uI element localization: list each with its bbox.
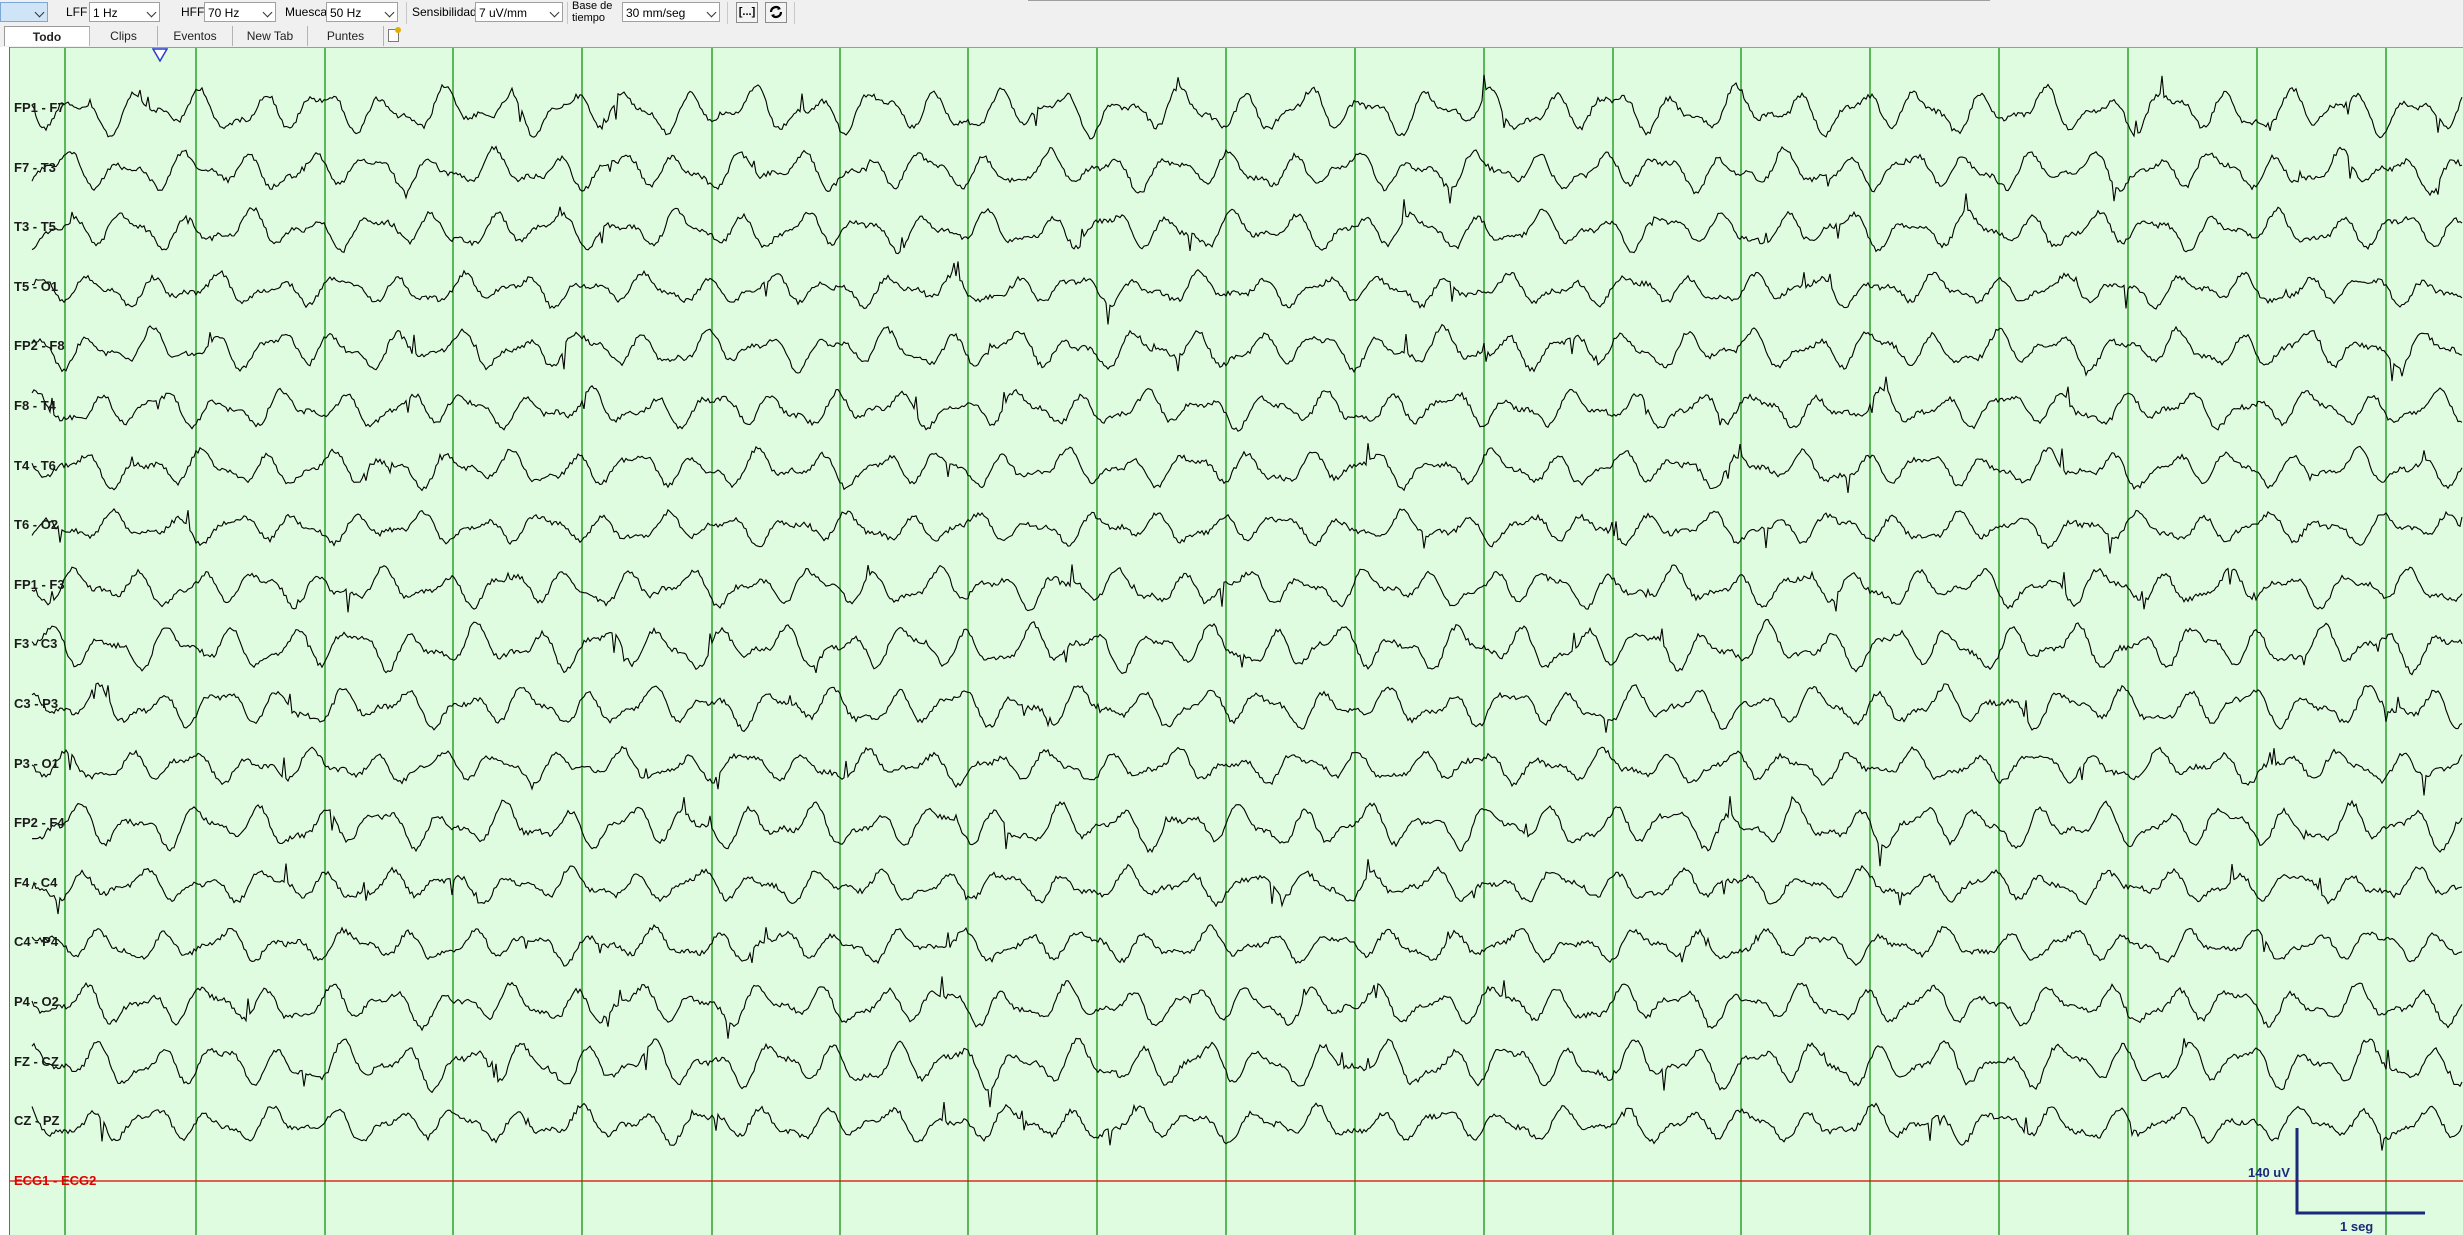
channel-label: F3 - C3 bbox=[14, 636, 58, 652]
scale-amplitude: 140 uV bbox=[2248, 1165, 2290, 1180]
channel-label: P3 - O1 bbox=[14, 755, 59, 771]
channel-trace bbox=[31, 923, 2463, 967]
toolbar: LFF 1 Hz HFF 70 Hz Muesca 50 Hz Sensibil… bbox=[0, 0, 2463, 27]
toolbar-separator bbox=[794, 2, 795, 24]
timebase-label: Base de tiempo bbox=[572, 0, 612, 24]
sensitivity-select[interactable]: 7 uV/mm bbox=[475, 2, 563, 22]
channel-trace bbox=[31, 795, 2463, 867]
channel-label: T4 - T6 bbox=[14, 457, 56, 473]
toolbar-separator bbox=[567, 2, 568, 24]
montage-select[interactable] bbox=[0, 2, 48, 22]
channel-trace bbox=[31, 1037, 2463, 1108]
channel-label: P4 - O2 bbox=[14, 994, 59, 1009]
tab-strip: Todo Clips Eventos New Tab Puntes bbox=[0, 26, 2463, 48]
chevron-down-icon bbox=[262, 7, 273, 18]
top-rule bbox=[1028, 0, 1990, 1]
toolbar-separator bbox=[406, 2, 407, 24]
event-marker-icon[interactable] bbox=[152, 48, 168, 62]
channel-trace bbox=[31, 976, 2463, 1039]
notch-label: Muesca bbox=[285, 5, 328, 19]
tab-eventos[interactable]: Eventos bbox=[158, 26, 233, 46]
channel-label: T5 - O1 bbox=[14, 278, 59, 294]
timebase-label-line2: tiempo bbox=[572, 12, 606, 24]
channel-label: FP1 - F7 bbox=[14, 100, 65, 115]
channel-trace bbox=[31, 74, 2463, 140]
channel-trace bbox=[31, 682, 2463, 733]
channel-trace bbox=[31, 376, 2463, 432]
eeg-traces bbox=[10, 48, 2463, 1235]
channel-trace bbox=[31, 745, 2463, 796]
channel-label: T6 - O2 bbox=[14, 517, 59, 533]
chevron-down-icon bbox=[384, 7, 395, 18]
timebase-value: 30 mm/seg bbox=[626, 6, 686, 20]
lff-label: LFF bbox=[66, 5, 88, 19]
channel-trace bbox=[31, 323, 2463, 382]
toolbar-separator bbox=[727, 2, 728, 24]
hff-select[interactable]: 70 Hz bbox=[204, 2, 276, 22]
channel-trace bbox=[31, 261, 2463, 325]
channel-label: FZ - CZ bbox=[14, 1053, 59, 1069]
channel-trace bbox=[31, 1102, 2463, 1151]
channel-label: CZ - PZ bbox=[14, 1113, 60, 1129]
chevron-down-icon bbox=[706, 7, 717, 18]
channel-trace bbox=[31, 193, 2463, 255]
channel-trace bbox=[31, 145, 2463, 204]
channel-label: FP1 - F3 bbox=[14, 576, 65, 592]
eeg-view[interactable] bbox=[10, 48, 2463, 1235]
ecg-channel-label: ECG1 - ECG2 bbox=[14, 1173, 97, 1188]
tab-new-tab[interactable]: New Tab bbox=[233, 26, 308, 46]
hff-value: 70 Hz bbox=[208, 6, 240, 20]
channel-label: C4 - P4 bbox=[14, 934, 59, 950]
eeg-left-margin bbox=[0, 47, 10, 1235]
fit-button[interactable]: [...] bbox=[736, 2, 758, 23]
channel-label: F8 - T4 bbox=[14, 398, 56, 413]
lff-select[interactable]: 1 Hz bbox=[89, 2, 160, 22]
channel-trace bbox=[31, 443, 2463, 493]
channel-label: FP2 - F4 bbox=[14, 815, 65, 831]
channel-trace bbox=[31, 507, 2463, 554]
sensitivity-label: Sensibilidad bbox=[412, 5, 477, 19]
hff-label: HFF bbox=[181, 5, 205, 19]
timebase-select[interactable]: 30 mm/seg bbox=[622, 2, 720, 22]
chevron-down-icon bbox=[549, 7, 560, 18]
tab-todo[interactable]: Todo bbox=[4, 26, 90, 46]
timebase-label-line1: Base de bbox=[572, 0, 613, 12]
refresh-icon bbox=[769, 6, 783, 18]
chevron-down-icon bbox=[146, 7, 157, 18]
notch-value: 50 Hz bbox=[330, 6, 362, 20]
channel-label: FP2 - F8 bbox=[14, 338, 65, 354]
channel-trace bbox=[31, 859, 2463, 915]
notch-select[interactable]: 50 Hz bbox=[326, 2, 398, 22]
new-tab-icon[interactable] bbox=[388, 27, 401, 42]
channel-trace bbox=[31, 564, 2463, 613]
refresh-button[interactable] bbox=[765, 2, 787, 23]
tab-clips[interactable]: Clips bbox=[90, 26, 158, 46]
sensitivity-value: 7 uV/mm bbox=[479, 6, 528, 20]
chevron-down-icon bbox=[34, 7, 45, 18]
channel-label: F7 - T3 bbox=[14, 159, 56, 175]
scale-time: 1 seg bbox=[2340, 1219, 2374, 1234]
channel-label: F4 - C4 bbox=[14, 874, 58, 890]
channel-label: C3 - P3 bbox=[14, 696, 59, 711]
tab-puntes[interactable]: Puntes bbox=[308, 26, 384, 46]
channel-trace bbox=[31, 619, 2463, 676]
channel-label: T3 - T5 bbox=[14, 219, 56, 235]
lff-value: 1 Hz bbox=[93, 6, 118, 20]
